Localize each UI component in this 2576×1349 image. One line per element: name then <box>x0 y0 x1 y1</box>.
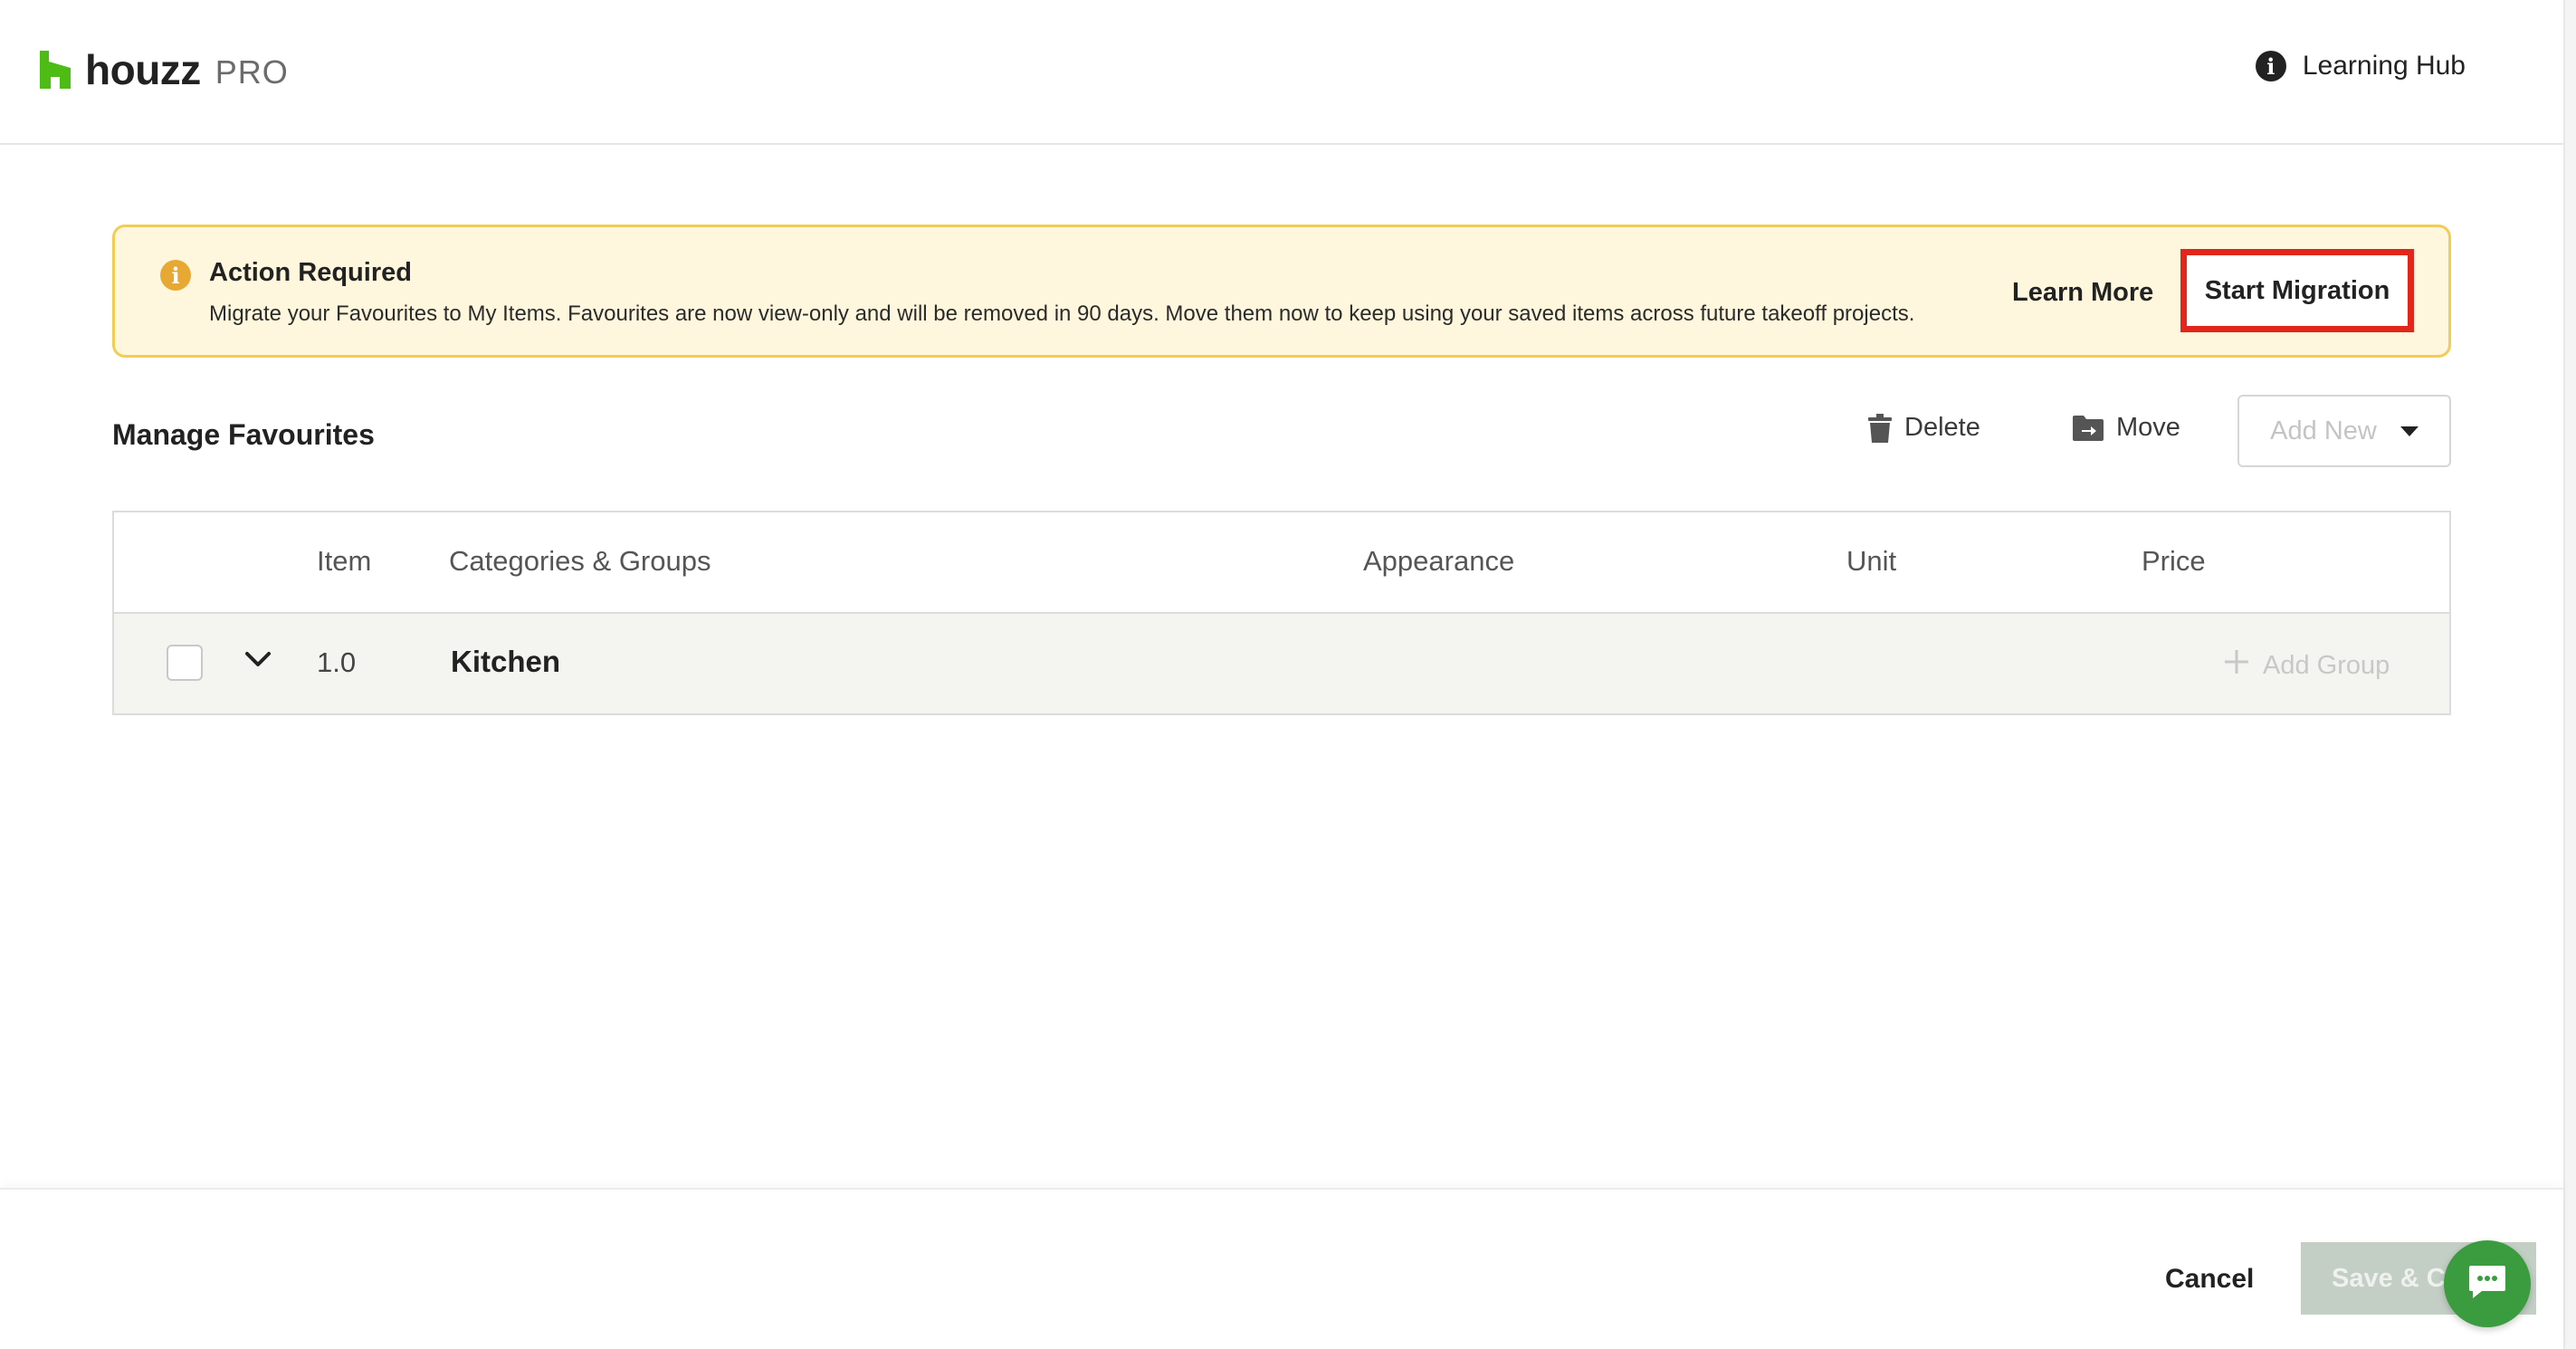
column-header-item: Item <box>317 545 372 577</box>
houzz-pro-logo[interactable]: houzz PRO <box>38 45 289 94</box>
start-migration-button[interactable]: Start Migration <box>2180 249 2414 332</box>
row-category-name: Kitchen <box>451 645 561 678</box>
chat-icon <box>2467 1264 2507 1305</box>
info-icon: i <box>2255 51 2286 81</box>
delete-button[interactable]: Delete <box>1868 413 1980 443</box>
learning-hub-link[interactable]: i Learning Hub <box>2255 51 2466 81</box>
row-number: 1.0 <box>317 646 357 678</box>
banner-message: Migrate your Favourites to My Items. Fav… <box>209 301 1915 326</box>
column-header-appearance: Appearance <box>1363 545 1515 577</box>
footer-bar: Cancel Save & Cl <box>0 1188 2563 1349</box>
chevron-down-icon[interactable] <box>244 650 272 673</box>
delete-label: Delete <box>1904 413 1980 442</box>
houzz-logo-icon <box>38 51 72 89</box>
column-header-unit: Unit <box>1846 545 1897 577</box>
table-header: Item Categories & Groups Appearance Unit… <box>114 512 2449 614</box>
add-new-dropdown[interactable]: Add New <box>2237 395 2451 467</box>
logo-pro-text: PRO <box>215 53 289 91</box>
favourites-table: Item Categories & Groups Appearance Unit… <box>112 511 2451 715</box>
top-header: houzz PRO i Learning Hub <box>0 0 2563 145</box>
warning-info-icon: i <box>160 260 191 291</box>
migration-banner: i Action Required Migrate your Favourite… <box>112 225 2451 358</box>
banner-title: Action Required <box>209 258 412 287</box>
table-row[interactable]: 1.0 Kitchen Add Group <box>114 614 2449 713</box>
column-header-price: Price <box>2142 545 2206 577</box>
add-group-label: Add Group <box>2263 650 2390 680</box>
row-checkbox[interactable] <box>167 645 203 681</box>
column-header-categories: Categories & Groups <box>449 545 711 577</box>
chat-button[interactable] <box>2444 1240 2531 1327</box>
cancel-button[interactable]: Cancel <box>2165 1264 2254 1295</box>
move-label: Move <box>2116 413 2180 442</box>
logo-text: houzz <box>85 46 201 93</box>
page-scrollbar[interactable] <box>2563 0 2576 1349</box>
move-button[interactable]: Move <box>2073 413 2180 443</box>
add-new-label: Add New <box>2270 416 2377 445</box>
trash-icon <box>1868 413 1892 443</box>
plus-icon <box>2223 648 2250 683</box>
learning-hub-label: Learning Hub <box>2302 51 2466 81</box>
learn-more-button[interactable]: Learn More <box>2012 278 2153 308</box>
add-group-button[interactable]: Add Group <box>2223 648 2390 683</box>
folder-move-icon <box>2073 415 2104 441</box>
caret-down-icon <box>2399 426 2419 436</box>
page-title: Manage Favourites <box>112 418 375 451</box>
